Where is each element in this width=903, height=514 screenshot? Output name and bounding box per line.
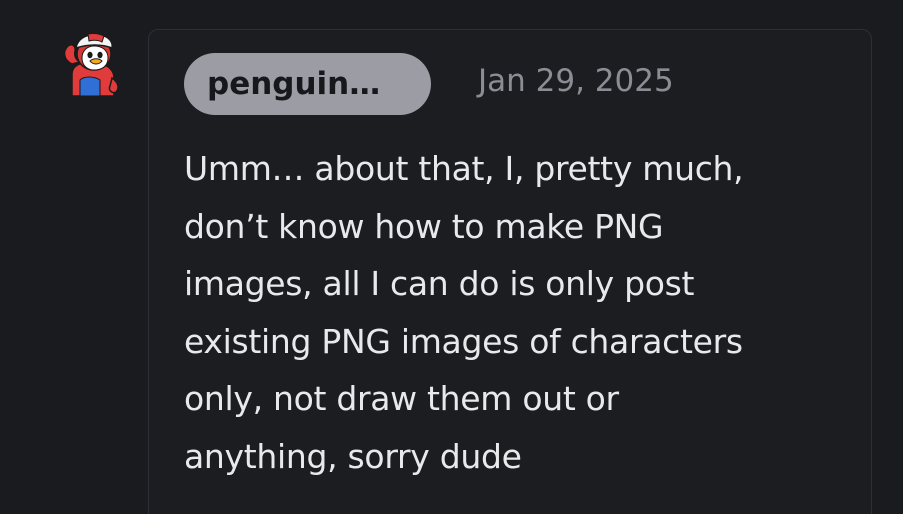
username-button[interactable]: penguin… (184, 53, 431, 115)
username-label: penguin… (207, 66, 381, 102)
post-body-line: only, not draw them out or (184, 379, 619, 418)
forum-post-view: penguin… Jan 29, 2025 Umm… about that, I… (0, 0, 903, 514)
post-date: Jan 29, 2025 (478, 63, 674, 99)
penguin-avatar-icon[interactable] (58, 30, 124, 98)
post-body-line: images, all I can do is only post (184, 264, 695, 303)
post-body-line: existing PNG images of characters (184, 321, 743, 361)
post-body-line: don’t know how to make PNG (184, 206, 664, 246)
post-body-line: anything, sorry dude (184, 436, 522, 476)
post-card: penguin… Jan 29, 2025 Umm… about that, I… (148, 29, 872, 514)
post-body: Umm… about that, I, pretty much, don’t k… (184, 140, 844, 485)
post-body-line: Umm… about that, I, pretty much, (184, 149, 744, 188)
